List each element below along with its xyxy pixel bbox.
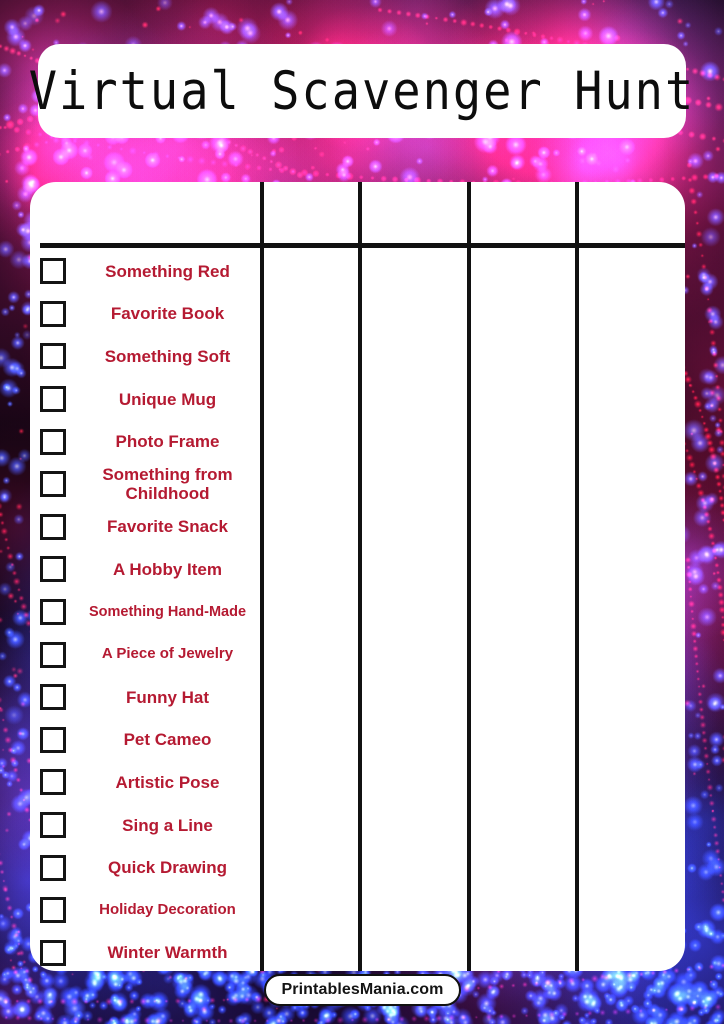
page-title: Virtual Scavenger Hunt — [28, 60, 696, 122]
list-item-label: Holiday Decoration — [99, 900, 236, 918]
checkbox-icon[interactable] — [40, 812, 66, 839]
list-item[interactable]: Something Soft — [30, 335, 262, 378]
checkbox-icon[interactable] — [40, 769, 66, 796]
list-item[interactable]: Something Red — [30, 250, 262, 293]
checkbox-icon[interactable] — [40, 684, 66, 711]
list-item-label: Quick Drawing — [107, 858, 228, 878]
list-item[interactable]: Something Hand-Made — [30, 591, 262, 634]
list-item-label: Sing a Line — [122, 815, 213, 835]
list-item[interactable]: Favorite Book — [30, 293, 262, 336]
list-item-label: Something Soft — [104, 346, 231, 366]
list-item-label: Unique Mug — [118, 389, 217, 409]
list-item-label: Favorite Snack — [107, 517, 228, 537]
list-item-label: Something Hand-Made — [88, 603, 247, 620]
list-item[interactable]: Favorite Snack — [30, 506, 262, 549]
list-item-label: Something Red — [105, 261, 230, 281]
checkbox-icon[interactable] — [40, 428, 66, 455]
checkbox-icon[interactable] — [40, 897, 66, 924]
list-item-label: Pet Cameo — [123, 730, 212, 750]
checkbox-icon[interactable] — [40, 854, 66, 881]
footer-label: PrintablesMania.com — [281, 981, 444, 998]
list-item-label: Winter Warmth — [107, 943, 228, 963]
checkbox-icon[interactable] — [40, 726, 66, 753]
list-item-label: Artistic Pose — [115, 772, 220, 792]
column-divider-2 — [358, 182, 362, 971]
column-divider-3 — [467, 182, 471, 971]
checkbox-icon[interactable] — [40, 471, 66, 498]
list-item-label: Funny Hat — [125, 687, 210, 707]
list-item[interactable]: Pet Cameo — [30, 719, 262, 762]
footer-badge[interactable]: PrintablesMania.com — [264, 974, 461, 1006]
list-item-label: Photo Frame — [115, 432, 220, 452]
list-item[interactable]: Photo Frame — [30, 420, 262, 463]
header-cell-2[interactable] — [260, 182, 358, 243]
list-item[interactable]: Artistic Pose — [30, 761, 262, 804]
hunt-card: Something Red Favorite Book Something Soft… — [30, 182, 685, 971]
list-item[interactable]: A Hobby Item — [30, 548, 262, 591]
checkbox-icon[interactable] — [40, 513, 66, 540]
list-item-label: Something from Childhood — [102, 465, 233, 504]
header-cell-1[interactable] — [30, 182, 260, 243]
checkbox-icon[interactable] — [40, 939, 66, 966]
list-item[interactable]: Unique Mug — [30, 378, 262, 421]
list-item[interactable]: Sing a Line — [30, 804, 262, 847]
list-item[interactable]: Funny Hat — [30, 676, 262, 719]
list-item[interactable]: A Piece of Jewelry — [30, 633, 262, 676]
list-item-label: Favorite Book — [110, 304, 225, 324]
list-item[interactable]: Quick Drawing — [30, 846, 262, 889]
checkbox-icon[interactable] — [40, 599, 66, 626]
checklist: Something Red Favorite Book Something Soft… — [30, 248, 262, 971]
checkbox-icon[interactable] — [40, 258, 66, 285]
list-item[interactable]: Something from Childhood — [30, 463, 262, 506]
list-item[interactable]: Holiday Decoration — [30, 889, 262, 932]
header-cell-5[interactable] — [575, 182, 685, 243]
list-item[interactable]: Winter Warmth — [30, 932, 262, 972]
checkbox-icon[interactable] — [40, 300, 66, 327]
column-divider-4 — [575, 182, 579, 971]
checkbox-icon[interactable] — [40, 343, 66, 370]
header-cell-3[interactable] — [358, 182, 467, 243]
checkbox-icon[interactable] — [40, 556, 66, 583]
header-cell-4[interactable] — [467, 182, 575, 243]
list-item-label: A Hobby Item — [113, 559, 222, 579]
checkbox-icon[interactable] — [40, 386, 66, 413]
title-banner: Virtual Scavenger Hunt — [29, 44, 693, 138]
list-item-label: A Piece of Jewelry — [101, 645, 234, 663]
checkbox-icon[interactable] — [40, 641, 66, 668]
